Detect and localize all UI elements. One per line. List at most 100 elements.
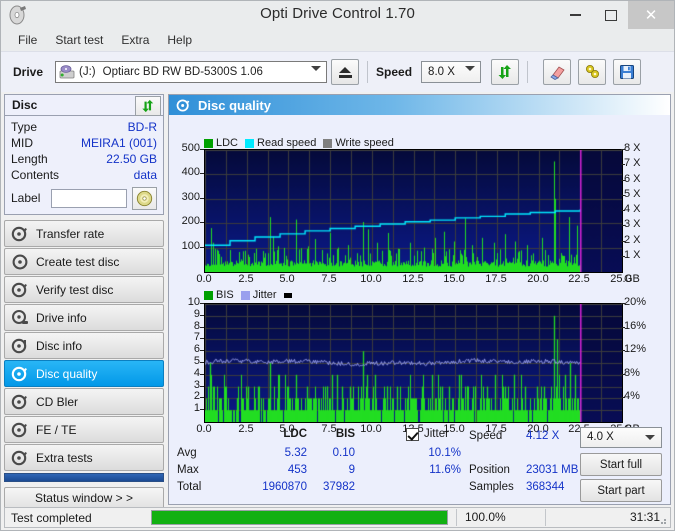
- sidebar-item-drive-info[interactable]: Drive info: [4, 304, 164, 331]
- chart1-xtick: 17.5: [485, 273, 507, 285]
- chart1-xtick: 10.0: [360, 273, 382, 285]
- stats-row-label-total: Total: [177, 481, 202, 493]
- sidebar-item-create-test-disc[interactable]: Create test disc: [4, 248, 164, 275]
- axis-tick: [621, 195, 625, 196]
- menu-item-extra[interactable]: Extra: [112, 31, 158, 49]
- chart1-ytick-right: 2 X: [624, 234, 641, 246]
- resize-grip-icon[interactable]: [657, 515, 667, 525]
- start-part-button[interactable]: Start part: [580, 479, 662, 502]
- disc-quality-icon: [176, 98, 191, 113]
- cd-disc-icon: [136, 190, 153, 206]
- content-header: Disc quality: [169, 95, 670, 115]
- content-title: Disc quality: [198, 97, 271, 113]
- sidebar-item-extra-tests[interactable]: Extra tests: [4, 444, 164, 471]
- eject-button[interactable]: [331, 59, 360, 85]
- axis-tick: [621, 164, 625, 165]
- title-bar: Opti Drive Control 1.70 ✕: [1, 1, 674, 29]
- chevron-down-icon: [465, 66, 476, 71]
- disc-key-mid: MID: [11, 136, 33, 150]
- chart2-ytick-left: 9: [193, 308, 200, 320]
- chart2-ytick-left: 3: [193, 379, 200, 391]
- sidebar-item-fe-te[interactable]: FE / TE: [4, 416, 164, 443]
- chart1-legend: LDC Read speed Write speed: [204, 137, 401, 149]
- test-speed-value: 4.0 X: [587, 431, 614, 443]
- maximize-icon[interactable]: [593, 1, 628, 29]
- chart1-ytick-right: 1 X: [624, 249, 641, 261]
- axis-tick: [200, 397, 204, 398]
- sidebar-item-disc-quality[interactable]: Disc quality: [4, 360, 164, 387]
- sidebar-item-verify-test-disc[interactable]: Verify test disc: [4, 276, 164, 303]
- disc-key-length: Length: [11, 152, 48, 166]
- disc-key-type: Type: [11, 120, 38, 134]
- stats-max-jitter: 11.6%: [429, 464, 461, 476]
- stats-label-samples: Samples: [469, 481, 514, 493]
- disc-label-key: Label: [11, 191, 41, 205]
- settings-button[interactable]: [578, 59, 607, 85]
- axis-tick: [621, 180, 625, 181]
- stats-avg-jitter: 10.1%: [428, 447, 461, 459]
- disc-panel-body: Type BD-R MID MEIRA1 (001) Length 22.50 …: [4, 116, 164, 215]
- toolbar-divider-2: [527, 61, 529, 83]
- menu-item-start-test[interactable]: Start test: [46, 31, 112, 49]
- drive-label: Drive: [13, 65, 44, 79]
- chart1-xtick: 22.5: [568, 273, 590, 285]
- disc-quality-icon: [11, 365, 29, 383]
- sidebar-accent-strip: [4, 473, 164, 482]
- sidebar-item-transfer-rate[interactable]: Transfer rate: [4, 220, 164, 247]
- start-full-button[interactable]: Start full: [580, 453, 662, 476]
- chart1-xtick: 12.5: [402, 273, 424, 285]
- axis-tick: [200, 303, 204, 304]
- axis-tick: [200, 386, 204, 387]
- chart1-ytick-left: 500: [181, 142, 200, 154]
- disc-label-row: Label: [11, 186, 157, 210]
- axis-tick: [621, 327, 625, 328]
- sidebar-label-verify-test-disc: Verify test disc: [36, 282, 114, 297]
- sidebar-item-cd-bler[interactable]: CD Bler: [4, 388, 164, 415]
- legend-swatch-bis: [204, 290, 213, 300]
- legend-swatch-read-speed: [245, 138, 255, 148]
- axis-tick: [621, 241, 625, 242]
- refresh-button[interactable]: [491, 59, 520, 85]
- disc-refresh-button[interactable]: [135, 96, 161, 116]
- chart1-ytick-left: 300: [181, 191, 200, 203]
- minimize-icon[interactable]: [558, 1, 593, 29]
- legend-item-jitter: Jitter: [240, 289, 277, 301]
- chevron-down-icon: [311, 66, 322, 71]
- menu-item-file[interactable]: File: [9, 31, 46, 49]
- erase-button[interactable]: [543, 59, 572, 85]
- chart1-ytick-right: 7 X: [624, 157, 641, 169]
- status-window-button[interactable]: Status window > >: [4, 487, 164, 509]
- drive-select[interactable]: (J:) Optiarc BD RW BD-5300S 1.06: [55, 61, 328, 83]
- chart1-ytick-right: 6 X: [624, 173, 641, 185]
- drive-value: Optiarc BD RW BD-5300S 1.06: [102, 66, 263, 78]
- disc-read-label-button[interactable]: [132, 186, 157, 210]
- disc-label-input[interactable]: [51, 188, 128, 208]
- chart2-ytick-left: 5: [193, 355, 200, 367]
- toolbar: Drive (J:) Optiarc BD RW BD-5300S 1.06 S…: [1, 51, 674, 92]
- sidebar-label-cd-bler: CD Bler: [36, 394, 79, 409]
- chart1-xtick: 0.0: [196, 273, 212, 285]
- save-button[interactable]: [613, 59, 642, 85]
- stats-total-bis: 37982: [323, 481, 355, 493]
- elapsed-time: 31:31: [545, 509, 670, 526]
- left-panel: Disc Type BD-R MID MEIRA1 (001) Length 2…: [4, 94, 164, 509]
- menu-item-help[interactable]: Help: [158, 31, 201, 49]
- chart1-ytick-right: 8 X: [624, 142, 641, 154]
- disc-fete-icon: [11, 421, 29, 439]
- test-speed-select[interactable]: 4.0 X: [580, 427, 662, 448]
- tools-icon: [585, 65, 599, 78]
- speed-select[interactable]: 8.0 X: [421, 61, 482, 83]
- disc-row-contents: Contents data: [11, 168, 157, 184]
- jitter-checkbox[interactable]: [406, 428, 419, 441]
- sidebar-item-disc-info[interactable]: Disc info: [4, 332, 164, 359]
- stats-header-bis: BIS: [335, 428, 355, 440]
- legend-label-jitter: Jitter: [252, 289, 277, 301]
- stats-value-speed: 4.12 X: [526, 430, 560, 442]
- axis-tick: [200, 374, 204, 375]
- chart1-xtick: 5.0: [279, 273, 295, 285]
- eraser-icon: [549, 66, 565, 80]
- chart2-ytick-left: 7: [193, 331, 200, 343]
- eject-icon: [339, 66, 352, 73]
- close-icon[interactable]: ✕: [628, 1, 674, 29]
- chart1-ytick-right: 4 X: [624, 203, 641, 215]
